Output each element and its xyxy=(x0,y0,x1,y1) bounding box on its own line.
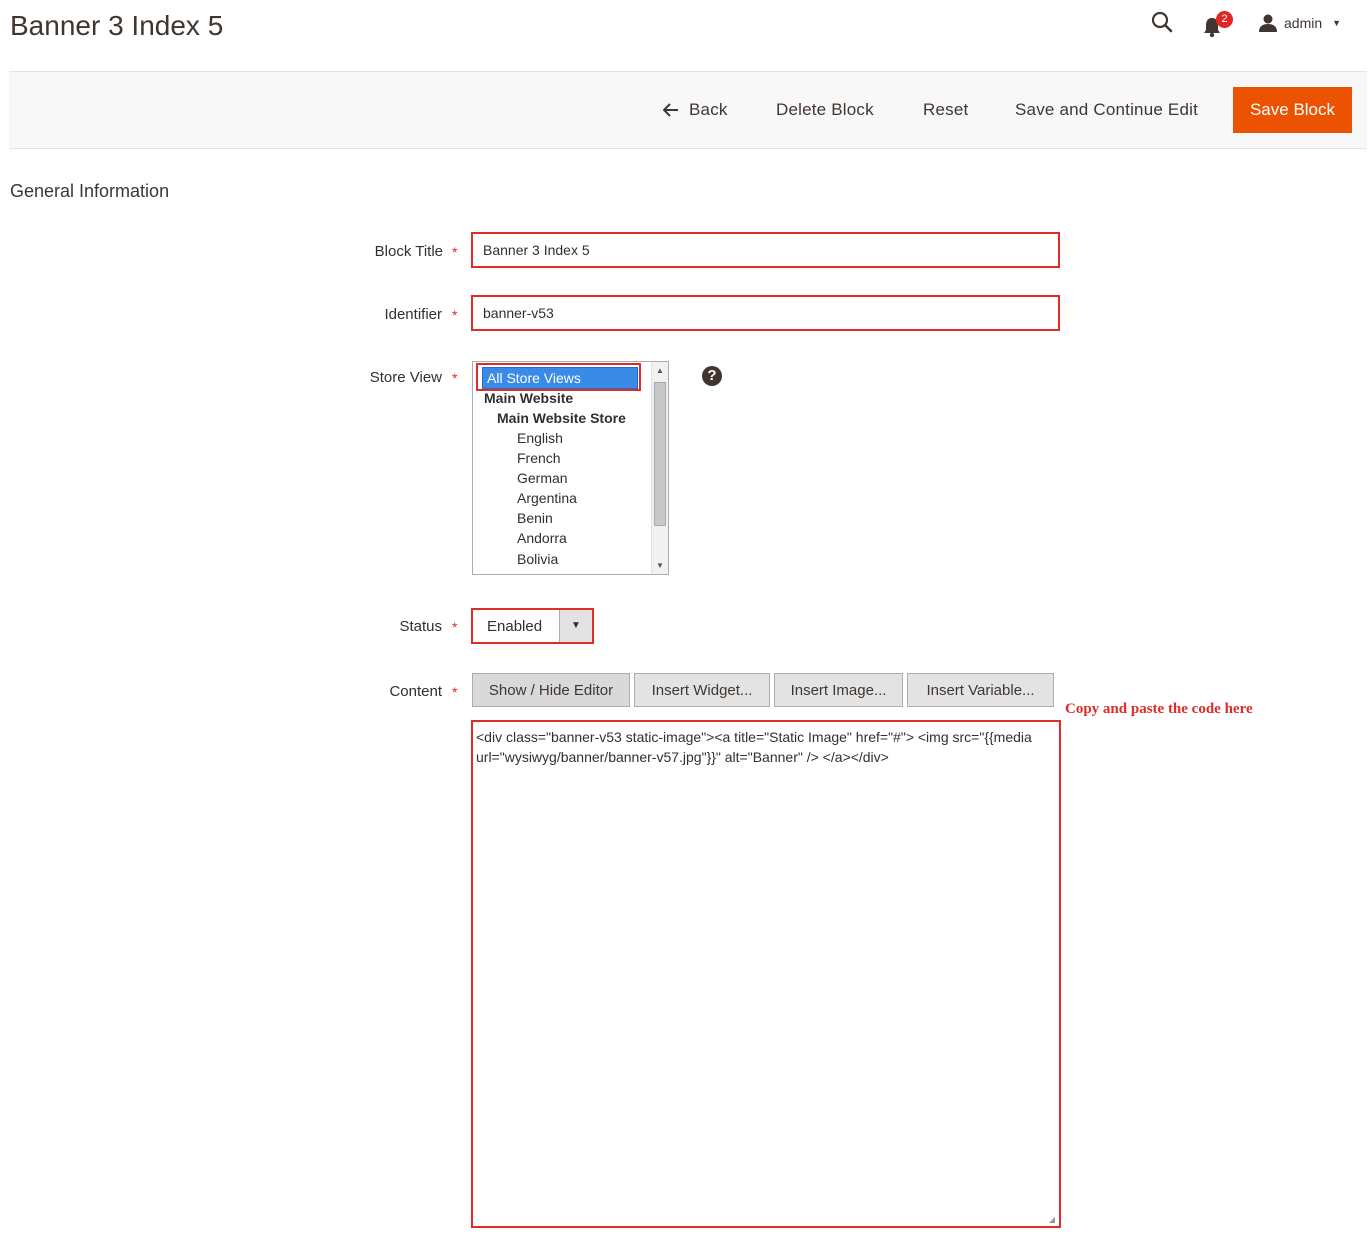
save-and-continue-button[interactable]: Save and Continue Edit xyxy=(1015,100,1198,120)
scroll-up-arrow-icon[interactable]: ▲ xyxy=(652,362,668,379)
status-value: Enabled xyxy=(487,618,543,635)
arrow-left-icon xyxy=(663,103,678,117)
show-hide-editor-button[interactable]: Show / Hide Editor xyxy=(472,673,630,707)
content-label: Content xyxy=(389,683,442,700)
scrollbar[interactable]: ▲ ▼ xyxy=(651,362,668,574)
content-code[interactable]: <div class="banner-v53 static-image"><a … xyxy=(476,727,1046,767)
store-option-group: Main Website xyxy=(484,390,574,406)
scroll-down-arrow-icon[interactable]: ▼ xyxy=(652,557,668,574)
store-option[interactable]: Bolivia xyxy=(517,551,558,567)
block-title-label: Block Title xyxy=(374,243,443,260)
back-label: Back xyxy=(689,100,728,119)
identifier-field[interactable] xyxy=(471,295,1060,331)
block-title-input[interactable] xyxy=(473,234,1058,266)
notifications-button[interactable]: 2 xyxy=(1202,10,1233,38)
store-option[interactable]: English xyxy=(517,430,563,446)
required-marker: * xyxy=(452,619,458,635)
chevron-down-icon: ▼ xyxy=(1332,18,1342,28)
page-title: Banner 3 Index 5 xyxy=(10,10,224,41)
store-option[interactable]: French xyxy=(517,450,561,466)
required-marker: * xyxy=(452,307,458,323)
search-icon[interactable] xyxy=(1150,10,1176,36)
content-textarea[interactable]: <div class="banner-v53 static-image"><a … xyxy=(471,720,1061,1228)
insert-variable-button[interactable]: Insert Variable... xyxy=(907,673,1054,707)
user-menu[interactable]: admin ▼ xyxy=(1258,10,1358,36)
user-name: admin xyxy=(1284,15,1323,31)
insert-widget-button[interactable]: Insert Widget... xyxy=(634,673,770,707)
delete-block-button[interactable]: Delete Block xyxy=(776,100,874,120)
store-view-multiselect[interactable]: All Store Views Main Website Main Websit… xyxy=(472,361,669,575)
store-option-group: Main Website Store xyxy=(497,410,626,426)
help-icon[interactable]: ? xyxy=(702,366,722,386)
required-marker: * xyxy=(452,244,458,260)
annotation-note: Copy and paste the code here xyxy=(1065,701,1253,717)
selection-highlight-frame xyxy=(476,363,641,391)
status-label: Status xyxy=(399,618,442,635)
store-option[interactable]: Andorra xyxy=(517,530,567,546)
status-select[interactable]: Enabled ▼ xyxy=(471,608,594,644)
identifier-label: Identifier xyxy=(384,306,442,323)
resize-handle-icon[interactable]: ◢ xyxy=(1049,1215,1055,1224)
identifier-input[interactable] xyxy=(473,297,1058,329)
save-block-button[interactable]: Save Block xyxy=(1233,87,1352,133)
block-title-field[interactable] xyxy=(471,232,1060,268)
required-marker: * xyxy=(452,370,458,386)
section-title: General Information xyxy=(10,181,170,201)
insert-image-button[interactable]: Insert Image... xyxy=(774,673,903,707)
page-actions-toolbar: Back Delete Block Reset Save and Continu… xyxy=(9,71,1367,149)
notification-badge: 2 xyxy=(1216,11,1233,28)
store-option[interactable]: Argentina xyxy=(517,490,577,506)
store-option[interactable]: German xyxy=(517,470,568,486)
dropdown-arrow-icon[interactable]: ▼ xyxy=(559,610,592,642)
required-marker: * xyxy=(452,684,458,700)
user-icon xyxy=(1259,14,1277,32)
back-button[interactable]: Back xyxy=(663,100,728,120)
store-option[interactable]: Benin xyxy=(517,510,553,526)
scroll-thumb[interactable] xyxy=(654,382,666,526)
reset-button[interactable]: Reset xyxy=(923,100,968,120)
store-view-label: Store View xyxy=(369,369,442,386)
